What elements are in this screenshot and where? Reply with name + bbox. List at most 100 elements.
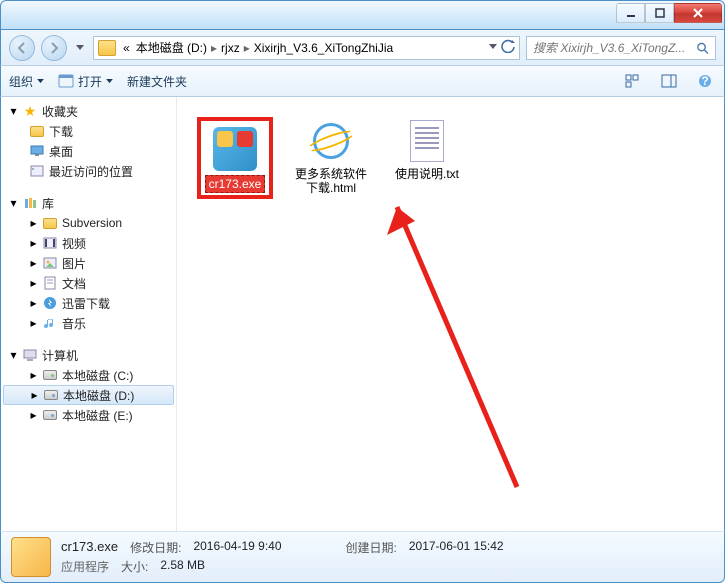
tree-label: 收藏夹 [42, 103, 78, 120]
breadcrumb-segment[interactable]: 本地磁盘 (D:) [133, 39, 210, 56]
collapse-icon[interactable]: ▾ [9, 351, 18, 360]
tree-item-thunder[interactable]: ▸ 迅雷下载 [1, 293, 176, 313]
view-options-button[interactable] [622, 70, 644, 92]
drive-icon [42, 407, 58, 423]
music-icon [42, 315, 58, 331]
tree-label: 本地磁盘 (E:) [62, 407, 133, 424]
desktop-icon [29, 143, 45, 159]
details-size-label: 大小: [121, 558, 148, 575]
address-bar[interactable]: « 本地磁盘 (D:) ▸ rjxz ▸ Xixirjh_V3.6_XiTong… [93, 36, 520, 60]
expand-icon[interactable]: ▸ [29, 239, 38, 248]
tree-item-recent[interactable]: 最近访问的位置 [1, 161, 176, 181]
folder-icon [42, 215, 58, 231]
refresh-icon[interactable] [501, 39, 515, 56]
drive-icon [43, 387, 59, 403]
tree-label: 计算机 [42, 347, 78, 364]
tree-label: 下载 [49, 123, 73, 140]
search-input[interactable] [533, 41, 696, 55]
text-file-icon [403, 117, 451, 165]
organize-menu[interactable]: 组织 [9, 73, 44, 90]
tree-item-music[interactable]: ▸ 音乐 [1, 313, 176, 333]
expand-icon[interactable]: ▸ [29, 279, 38, 288]
tree-label: 桌面 [49, 143, 73, 160]
tree-item-videos[interactable]: ▸ 视频 [1, 233, 176, 253]
tree-item-drive-d[interactable]: ▸ 本地磁盘 (D:) [3, 385, 174, 405]
tree-label: Subversion [62, 216, 122, 230]
tree-label: 迅雷下载 [62, 295, 110, 312]
folder-icon [98, 40, 116, 56]
details-type: 应用程序 [61, 558, 109, 575]
tree-group-computer[interactable]: ▾ 计算机 [1, 345, 176, 365]
chevron-right-icon[interactable]: ▸ [243, 41, 251, 55]
tree-item-downloads[interactable]: 下载 [1, 121, 176, 141]
drive-icon [42, 367, 58, 383]
maximize-button[interactable] [645, 3, 674, 23]
expand-icon[interactable]: ▸ [29, 319, 38, 328]
back-button[interactable] [9, 35, 35, 61]
tree-group-libraries[interactable]: ▾ 库 [1, 193, 176, 213]
window-titlebar [0, 0, 725, 30]
download-icon [42, 295, 58, 311]
address-dropdown-icon[interactable] [489, 39, 497, 56]
tree-label: 音乐 [62, 315, 86, 332]
libraries-icon [22, 195, 38, 211]
tree-item-desktop[interactable]: 桌面 [1, 141, 176, 161]
file-label: 使用说明.txt [395, 167, 459, 181]
search-box[interactable] [526, 36, 716, 60]
close-button[interactable] [674, 3, 722, 23]
details-mod-label: 修改日期: [130, 539, 181, 556]
tree-label: 图片 [62, 255, 86, 272]
forward-button[interactable] [41, 35, 67, 61]
tree-item-pictures[interactable]: ▸ 图片 [1, 253, 176, 273]
tree-label: 文档 [62, 275, 86, 292]
help-button[interactable]: ? [694, 70, 716, 92]
command-bar: 组织 打开 新建文件夹 ? [0, 65, 725, 97]
tree-item-drive-c[interactable]: ▸ 本地磁盘 (C:) [1, 365, 176, 385]
application-icon [11, 537, 51, 577]
svg-text:?: ? [701, 74, 708, 88]
file-item-html[interactable]: 更多系统软件下载.html [293, 117, 369, 195]
document-icon [42, 275, 58, 291]
breadcrumb-segment[interactable]: rjxz [218, 41, 243, 55]
minimize-button[interactable] [616, 3, 645, 23]
expand-icon[interactable]: ▸ [29, 371, 38, 380]
file-list-pane[interactable]: cr173.exe 更多系统软件下载.html 使用说明.txt [177, 97, 724, 531]
file-item-exe[interactable]: cr173.exe [197, 117, 273, 199]
application-icon [58, 73, 74, 89]
expand-icon[interactable]: ▸ [29, 219, 38, 228]
details-mod-value: 2016-04-19 9:40 [193, 539, 281, 556]
breadcrumb-segment[interactable]: Xixirjh_V3.6_XiTongZhiJia [251, 41, 396, 55]
details-filename: cr173.exe [61, 539, 118, 556]
collapse-icon[interactable]: ▾ [9, 107, 18, 116]
window-controls [616, 3, 722, 23]
computer-icon [22, 347, 38, 363]
tree-item-subversion[interactable]: ▸ Subversion [1, 213, 176, 233]
nav-history-dropdown[interactable] [73, 39, 87, 57]
preview-pane-button[interactable] [658, 70, 680, 92]
video-icon [42, 235, 58, 251]
tree-label: 本地磁盘 (C:) [62, 367, 133, 384]
expand-icon[interactable]: ▸ [29, 299, 38, 308]
new-folder-button[interactable]: 新建文件夹 [127, 73, 187, 90]
tree-label: 视频 [62, 235, 86, 252]
tree-label: 本地磁盘 (D:) [63, 387, 134, 404]
open-button[interactable]: 打开 [58, 73, 113, 90]
picture-icon [42, 255, 58, 271]
expand-icon[interactable]: ▸ [30, 391, 39, 400]
breadcrumb-overflow[interactable]: « [120, 41, 133, 55]
file-item-txt[interactable]: 使用说明.txt [389, 117, 465, 181]
expand-icon[interactable]: ▸ [29, 411, 38, 420]
search-icon[interactable] [696, 41, 709, 55]
main-area: ▾ ★ 收藏夹 下载 桌面 最近访问的位置 ▾ 库 ▸ Subversion ▸ 视… [0, 97, 725, 531]
star-icon: ★ [22, 103, 38, 119]
tree-item-drive-e[interactable]: ▸ 本地磁盘 (E:) [1, 405, 176, 425]
html-icon [307, 117, 355, 165]
chevron-right-icon[interactable]: ▸ [210, 41, 218, 55]
expand-icon[interactable]: ▸ [29, 259, 38, 268]
details-size-value: 2.58 MB [160, 558, 205, 575]
tree-group-favorites[interactable]: ▾ ★ 收藏夹 [1, 101, 176, 121]
tree-item-documents[interactable]: ▸ 文档 [1, 273, 176, 293]
details-pane: cr173.exe 修改日期: 2016-04-19 9:40 创建日期: 20… [0, 531, 725, 583]
tree-label: 库 [42, 195, 54, 212]
collapse-icon[interactable]: ▾ [9, 199, 18, 208]
